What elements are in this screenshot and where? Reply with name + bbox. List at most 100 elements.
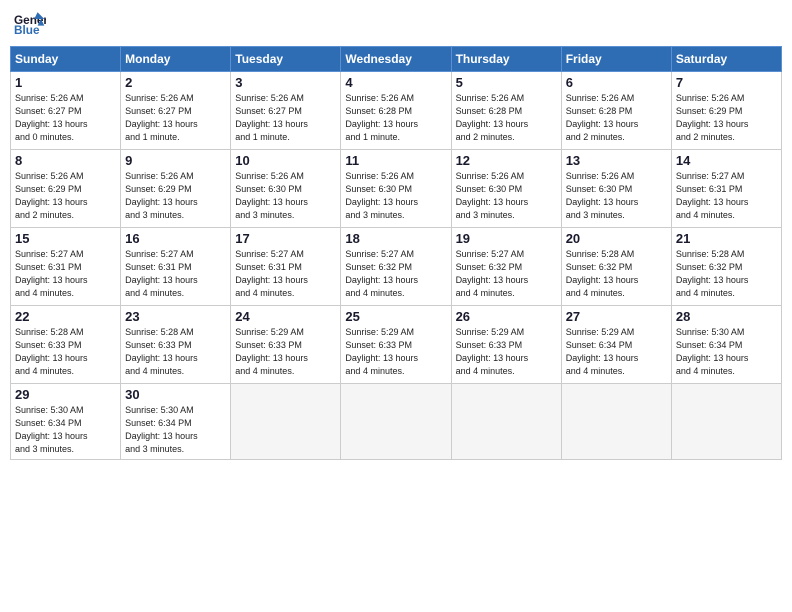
calendar-week-row: 1 Sunrise: 5:26 AMSunset: 6:27 PMDaylight… bbox=[11, 72, 782, 150]
day-number: 20 bbox=[566, 231, 667, 246]
day-info: Sunrise: 5:28 AMSunset: 6:32 PMDaylight:… bbox=[676, 248, 777, 300]
day-info: Sunrise: 5:26 AMSunset: 6:28 PMDaylight:… bbox=[345, 92, 446, 144]
day-info: Sunrise: 5:29 AMSunset: 6:33 PMDaylight:… bbox=[456, 326, 557, 378]
day-number: 18 bbox=[345, 231, 446, 246]
calendar-day-cell: 14Sunrise: 5:27 AMSunset: 6:31 PMDayligh… bbox=[671, 150, 781, 228]
day-info: Sunrise: 5:26 AMSunset: 6:28 PMDaylight:… bbox=[566, 92, 667, 144]
day-number: 3 bbox=[235, 75, 336, 90]
logo-icon: General Blue bbox=[14, 10, 46, 38]
day-number: 25 bbox=[345, 309, 446, 324]
calendar-day-cell: 16 Sunrise: 5:27 AMSunset: 6:31 PMDayligh… bbox=[121, 228, 231, 306]
day-number: 4 bbox=[345, 75, 446, 90]
day-number: 21 bbox=[676, 231, 777, 246]
calendar-day-cell: 26 Sunrise: 5:29 AMSunset: 6:33 PMDayligh… bbox=[451, 306, 561, 384]
calendar-day-cell: 20 Sunrise: 5:28 AMSunset: 6:32 PMDayligh… bbox=[561, 228, 671, 306]
calendar-day-cell: 6 Sunrise: 5:26 AMSunset: 6:28 PMDaylight… bbox=[561, 72, 671, 150]
day-number: 30 bbox=[125, 387, 226, 402]
day-info: Sunrise: 5:28 AMSunset: 6:33 PMDaylight:… bbox=[125, 326, 226, 378]
calendar-header-row: SundayMondayTuesdayWednesdayThursdayFrid… bbox=[11, 47, 782, 72]
calendar-day-cell: 21 Sunrise: 5:28 AMSunset: 6:32 PMDayligh… bbox=[671, 228, 781, 306]
day-number: 22 bbox=[15, 309, 116, 324]
day-number: 14 bbox=[676, 153, 777, 168]
day-info: Sunrise: 5:26 AMSunset: 6:27 PMDaylight:… bbox=[235, 92, 336, 144]
calendar-day-cell: 18 Sunrise: 5:27 AMSunset: 6:32 PMDayligh… bbox=[341, 228, 451, 306]
day-number: 19 bbox=[456, 231, 557, 246]
day-number: 15 bbox=[15, 231, 116, 246]
calendar-day-cell: 8 Sunrise: 5:26 AMSunset: 6:29 PMDaylight… bbox=[11, 150, 121, 228]
calendar-day-cell: 4 Sunrise: 5:26 AMSunset: 6:28 PMDaylight… bbox=[341, 72, 451, 150]
calendar-day-cell bbox=[561, 384, 671, 460]
day-info: Sunrise: 5:26 AMSunset: 6:27 PMDaylight:… bbox=[15, 92, 116, 144]
day-number: 12 bbox=[456, 153, 557, 168]
svg-text:Blue: Blue bbox=[14, 24, 40, 37]
weekday-header-friday: Friday bbox=[561, 47, 671, 72]
day-number: 6 bbox=[566, 75, 667, 90]
calendar-day-cell bbox=[451, 384, 561, 460]
weekday-header-sunday: Sunday bbox=[11, 47, 121, 72]
day-info: Sunrise: 5:27 AMSunset: 6:31 PMDaylight:… bbox=[125, 248, 226, 300]
day-number: 23 bbox=[125, 309, 226, 324]
day-info: Sunrise: 5:26 AMSunset: 6:29 PMDaylight:… bbox=[15, 170, 116, 222]
calendar-day-cell: 27 Sunrise: 5:29 AMSunset: 6:34 PMDayligh… bbox=[561, 306, 671, 384]
day-info: Sunrise: 5:27 AMSunset: 6:32 PMDaylight:… bbox=[345, 248, 446, 300]
calendar-day-cell bbox=[231, 384, 341, 460]
day-info: Sunrise: 5:30 AMSunset: 6:34 PMDaylight:… bbox=[15, 404, 116, 456]
calendar-week-row: 15 Sunrise: 5:27 AMSunset: 6:31 PMDayligh… bbox=[11, 228, 782, 306]
day-number: 26 bbox=[456, 309, 557, 324]
calendar-table: SundayMondayTuesdayWednesdayThursdayFrid… bbox=[10, 46, 782, 460]
calendar-week-row: 29 Sunrise: 5:30 AMSunset: 6:34 PMDayligh… bbox=[11, 384, 782, 460]
day-number: 2 bbox=[125, 75, 226, 90]
calendar-day-cell: 30 Sunrise: 5:30 AMSunset: 6:34 PMDayligh… bbox=[121, 384, 231, 460]
page-header: General Blue bbox=[10, 10, 782, 38]
day-number: 28 bbox=[676, 309, 777, 324]
calendar-day-cell bbox=[341, 384, 451, 460]
day-info: Sunrise: 5:29 AMSunset: 6:33 PMDaylight:… bbox=[235, 326, 336, 378]
day-number: 16 bbox=[125, 231, 226, 246]
day-number: 9 bbox=[125, 153, 226, 168]
day-number: 11 bbox=[345, 153, 446, 168]
day-info: Sunrise: 5:26 AMSunset: 6:30 PMDaylight:… bbox=[345, 170, 446, 222]
calendar-day-cell bbox=[671, 384, 781, 460]
calendar-day-cell: 3 Sunrise: 5:26 AMSunset: 6:27 PMDaylight… bbox=[231, 72, 341, 150]
calendar-day-cell: 1 Sunrise: 5:26 AMSunset: 6:27 PMDaylight… bbox=[11, 72, 121, 150]
day-info: Sunrise: 5:28 AMSunset: 6:33 PMDaylight:… bbox=[15, 326, 116, 378]
day-number: 27 bbox=[566, 309, 667, 324]
day-info: Sunrise: 5:26 AMSunset: 6:29 PMDaylight:… bbox=[125, 170, 226, 222]
day-number: 29 bbox=[15, 387, 116, 402]
calendar-day-cell: 12Sunrise: 5:26 AMSunset: 6:30 PMDayligh… bbox=[451, 150, 561, 228]
day-number: 17 bbox=[235, 231, 336, 246]
calendar-day-cell: 25 Sunrise: 5:29 AMSunset: 6:33 PMDayligh… bbox=[341, 306, 451, 384]
weekday-header-monday: Monday bbox=[121, 47, 231, 72]
day-info: Sunrise: 5:29 AMSunset: 6:34 PMDaylight:… bbox=[566, 326, 667, 378]
calendar-week-row: 8 Sunrise: 5:26 AMSunset: 6:29 PMDaylight… bbox=[11, 150, 782, 228]
calendar-week-row: 22 Sunrise: 5:28 AMSunset: 6:33 PMDayligh… bbox=[11, 306, 782, 384]
day-info: Sunrise: 5:30 AMSunset: 6:34 PMDaylight:… bbox=[676, 326, 777, 378]
day-info: Sunrise: 5:29 AMSunset: 6:33 PMDaylight:… bbox=[345, 326, 446, 378]
calendar-day-cell: 13Sunrise: 5:26 AMSunset: 6:30 PMDayligh… bbox=[561, 150, 671, 228]
day-info: Sunrise: 5:26 AMSunset: 6:28 PMDaylight:… bbox=[456, 92, 557, 144]
calendar-day-cell: 28 Sunrise: 5:30 AMSunset: 6:34 PMDayligh… bbox=[671, 306, 781, 384]
calendar-day-cell: 17 Sunrise: 5:27 AMSunset: 6:31 PMDayligh… bbox=[231, 228, 341, 306]
day-number: 8 bbox=[15, 153, 116, 168]
weekday-header-thursday: Thursday bbox=[451, 47, 561, 72]
weekday-header-saturday: Saturday bbox=[671, 47, 781, 72]
logo: General Blue bbox=[14, 10, 50, 38]
day-number: 5 bbox=[456, 75, 557, 90]
day-info: Sunrise: 5:27 AMSunset: 6:31 PMDaylight:… bbox=[235, 248, 336, 300]
day-info: Sunrise: 5:27 AMSunset: 6:32 PMDaylight:… bbox=[456, 248, 557, 300]
day-info: Sunrise: 5:27 AMSunset: 6:31 PMDaylight:… bbox=[15, 248, 116, 300]
calendar-day-cell: 19 Sunrise: 5:27 AMSunset: 6:32 PMDayligh… bbox=[451, 228, 561, 306]
day-number: 24 bbox=[235, 309, 336, 324]
day-number: 13 bbox=[566, 153, 667, 168]
calendar-day-cell: 23 Sunrise: 5:28 AMSunset: 6:33 PMDayligh… bbox=[121, 306, 231, 384]
day-number: 10 bbox=[235, 153, 336, 168]
calendar-day-cell: 29 Sunrise: 5:30 AMSunset: 6:34 PMDayligh… bbox=[11, 384, 121, 460]
day-number: 1 bbox=[15, 75, 116, 90]
calendar-day-cell: 10 Sunrise: 5:26 AMSunset: 6:30 PMDayligh… bbox=[231, 150, 341, 228]
day-info: Sunrise: 5:28 AMSunset: 6:32 PMDaylight:… bbox=[566, 248, 667, 300]
day-info: Sunrise: 5:26 AMSunset: 6:29 PMDaylight:… bbox=[676, 92, 777, 144]
calendar-day-cell: 15 Sunrise: 5:27 AMSunset: 6:31 PMDayligh… bbox=[11, 228, 121, 306]
weekday-header-tuesday: Tuesday bbox=[231, 47, 341, 72]
day-info: Sunrise: 5:26 AMSunset: 6:30 PMDaylight:… bbox=[235, 170, 336, 222]
day-info: Sunrise: 5:30 AMSunset: 6:34 PMDaylight:… bbox=[125, 404, 226, 456]
